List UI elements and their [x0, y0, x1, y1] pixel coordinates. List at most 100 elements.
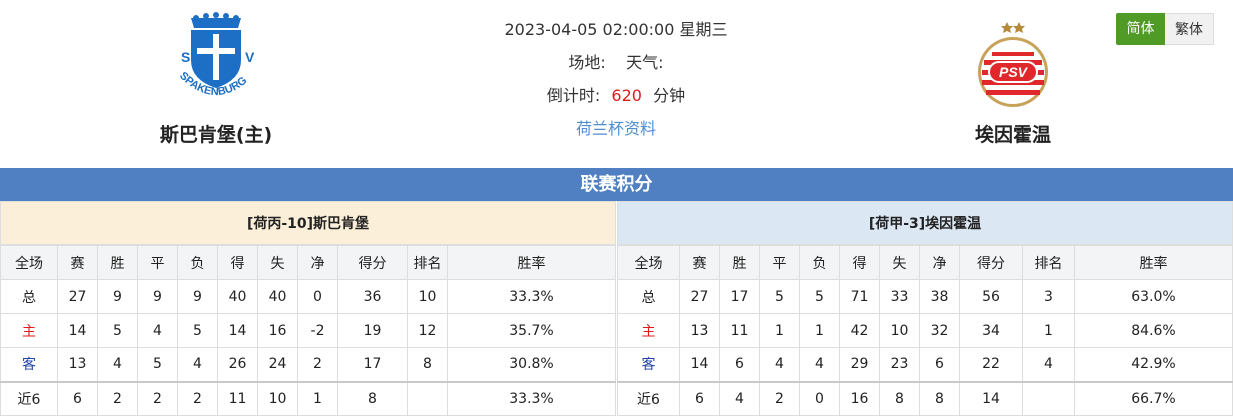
table-cell: 4 — [1022, 347, 1075, 382]
table-cell: 33 — [879, 279, 920, 314]
home-team-name[interactable]: 斯巴肯堡(主) — [96, 120, 336, 147]
row-label: 客 — [617, 347, 680, 382]
table-cell: 13 — [57, 347, 98, 382]
svg-text:S: S — [181, 49, 190, 65]
table-cell: 5 — [759, 279, 800, 314]
table-cell: 1 — [1022, 313, 1075, 348]
table-cell: 5 — [137, 347, 178, 382]
table-cell: 71 — [839, 279, 880, 314]
table-cell: 1 — [759, 313, 800, 348]
table-cell: 84.6% — [1074, 313, 1233, 348]
col-header: 净 — [297, 245, 338, 280]
match-header: S V SPAKENBURG 斯巴肯堡(主) 2023-04-05 02:00:… — [0, 0, 1233, 168]
table-row: 主 14 5 4 5 14 16 -2 19 12 35.7% — [0, 313, 616, 348]
row-label: 主 — [617, 313, 680, 348]
row-label: 客 — [0, 347, 58, 382]
col-header: 平 — [759, 245, 800, 280]
svg-text:PSV: PSV — [999, 64, 1029, 80]
table-cell: 6 — [719, 347, 760, 382]
table-cell: 36 — [337, 279, 408, 314]
table-cell: 0 — [297, 279, 338, 314]
table-cell: 17 — [337, 347, 408, 382]
table-cell: 0 — [799, 380, 840, 416]
table-cell: 42.9% — [1074, 347, 1233, 382]
col-header: 全场 — [0, 245, 58, 280]
table-cell: 9 — [137, 279, 178, 314]
lang-simplified-button[interactable]: 简体 — [1116, 13, 1165, 45]
table-cell: 6 — [57, 380, 98, 416]
table-cell: 10 — [879, 313, 920, 348]
col-header: 负 — [177, 245, 218, 280]
table-row: 近6 6 4 2 0 16 8 8 14 66.7% — [617, 380, 1233, 416]
home-standings: [荷丙-10]斯巴肯堡 全场 赛 胜 平 负 得 失 净 得分 排名 胜率 总2… — [0, 201, 616, 416]
table-cell: 9 — [177, 279, 218, 314]
table-cell: 34 — [959, 313, 1023, 348]
table-cell: 40 — [217, 279, 258, 314]
table-cell: 4 — [137, 313, 178, 348]
table-cell: 10 — [257, 380, 298, 416]
table-cell: 63.0% — [1074, 279, 1233, 314]
table-cell: 40 — [257, 279, 298, 314]
table-cell: 42 — [839, 313, 880, 348]
col-header: 失 — [879, 245, 920, 280]
table-cell: 38 — [919, 279, 960, 314]
table-cell: 2 — [137, 380, 178, 416]
table-cell: 12 — [407, 313, 448, 348]
table-cell: 56 — [959, 279, 1023, 314]
table-cell: 8 — [879, 380, 920, 416]
col-header: 赛 — [57, 245, 98, 280]
table-cell: 14 — [217, 313, 258, 348]
row-label: 近6 — [0, 380, 58, 416]
table-cell: 35.7% — [447, 313, 616, 348]
col-header: 排名 — [1022, 245, 1075, 280]
home-team: S V SPAKENBURG 斯巴肯堡(主) — [96, 0, 336, 146]
psv-logo-icon[interactable]: PSV — [958, 10, 1068, 115]
lang-traditional-button[interactable]: 繁体 — [1165, 13, 1214, 45]
countdown: 倒计时: 620 分钟 — [416, 80, 816, 113]
table-cell: 4 — [97, 347, 138, 382]
away-team-name[interactable]: 埃因霍温 — [893, 120, 1133, 147]
table-cell: 2 — [97, 380, 138, 416]
table-cell: 27 — [57, 279, 98, 314]
league-info-link[interactable]: 荷兰杯资料 — [576, 119, 656, 138]
col-header: 失 — [257, 245, 298, 280]
countdown-label: 倒计时: — [546, 86, 601, 105]
table-cell: 23 — [879, 347, 920, 382]
table-cell: 30.8% — [447, 347, 616, 382]
table-cell: 2 — [177, 380, 218, 416]
table-cell: 19 — [337, 313, 408, 348]
spakenburg-logo-icon[interactable]: S V SPAKENBURG — [161, 10, 271, 115]
row-label: 总 — [0, 279, 58, 314]
col-header: 排名 — [407, 245, 448, 280]
table-row: 总 27 9 9 9 40 40 0 36 10 33.3% — [0, 279, 616, 314]
table-row: 总 27 17 5 5 71 33 38 56 3 63.0% — [617, 279, 1233, 314]
table-cell: -2 — [297, 313, 338, 348]
col-header: 全场 — [617, 245, 680, 280]
table-cell: 1 — [799, 313, 840, 348]
table-cell: 17 — [719, 279, 760, 314]
away-standings-header-row: 全场 赛 胜 平 负 得 失 净 得分 排名 胜率 — [617, 245, 1233, 280]
countdown-unit: 分钟 — [653, 86, 686, 105]
col-header: 胜率 — [1074, 245, 1233, 280]
table-cell: 5 — [799, 279, 840, 314]
row-label: 近6 — [617, 380, 680, 416]
row-label: 主 — [0, 313, 58, 348]
table-cell: 4 — [719, 380, 760, 416]
home-standings-header-row: 全场 赛 胜 平 负 得 失 净 得分 排名 胜率 — [0, 245, 616, 280]
table-cell: 66.7% — [1074, 380, 1233, 416]
away-standings-title: [荷甲-3]埃因霍温 — [617, 201, 1233, 245]
table-cell: 5 — [97, 313, 138, 348]
table-cell: 4 — [799, 347, 840, 382]
weather-label: 天气: — [626, 53, 664, 72]
table-cell: 14 — [679, 347, 720, 382]
match-info: 2023-04-05 02:00:00 星期三 场地: 天气: 倒计时: 620… — [416, 14, 816, 146]
table-row: 主 13 11 1 1 42 10 32 34 1 84.6% — [617, 313, 1233, 348]
col-header: 得 — [217, 245, 258, 280]
table-cell: 24 — [257, 347, 298, 382]
table-cell: 9 — [97, 279, 138, 314]
col-header: 得分 — [337, 245, 408, 280]
table-cell: 11 — [719, 313, 760, 348]
venue-label: 场地: — [568, 53, 606, 72]
table-cell: 33.3% — [447, 279, 616, 314]
table-cell: 27 — [679, 279, 720, 314]
